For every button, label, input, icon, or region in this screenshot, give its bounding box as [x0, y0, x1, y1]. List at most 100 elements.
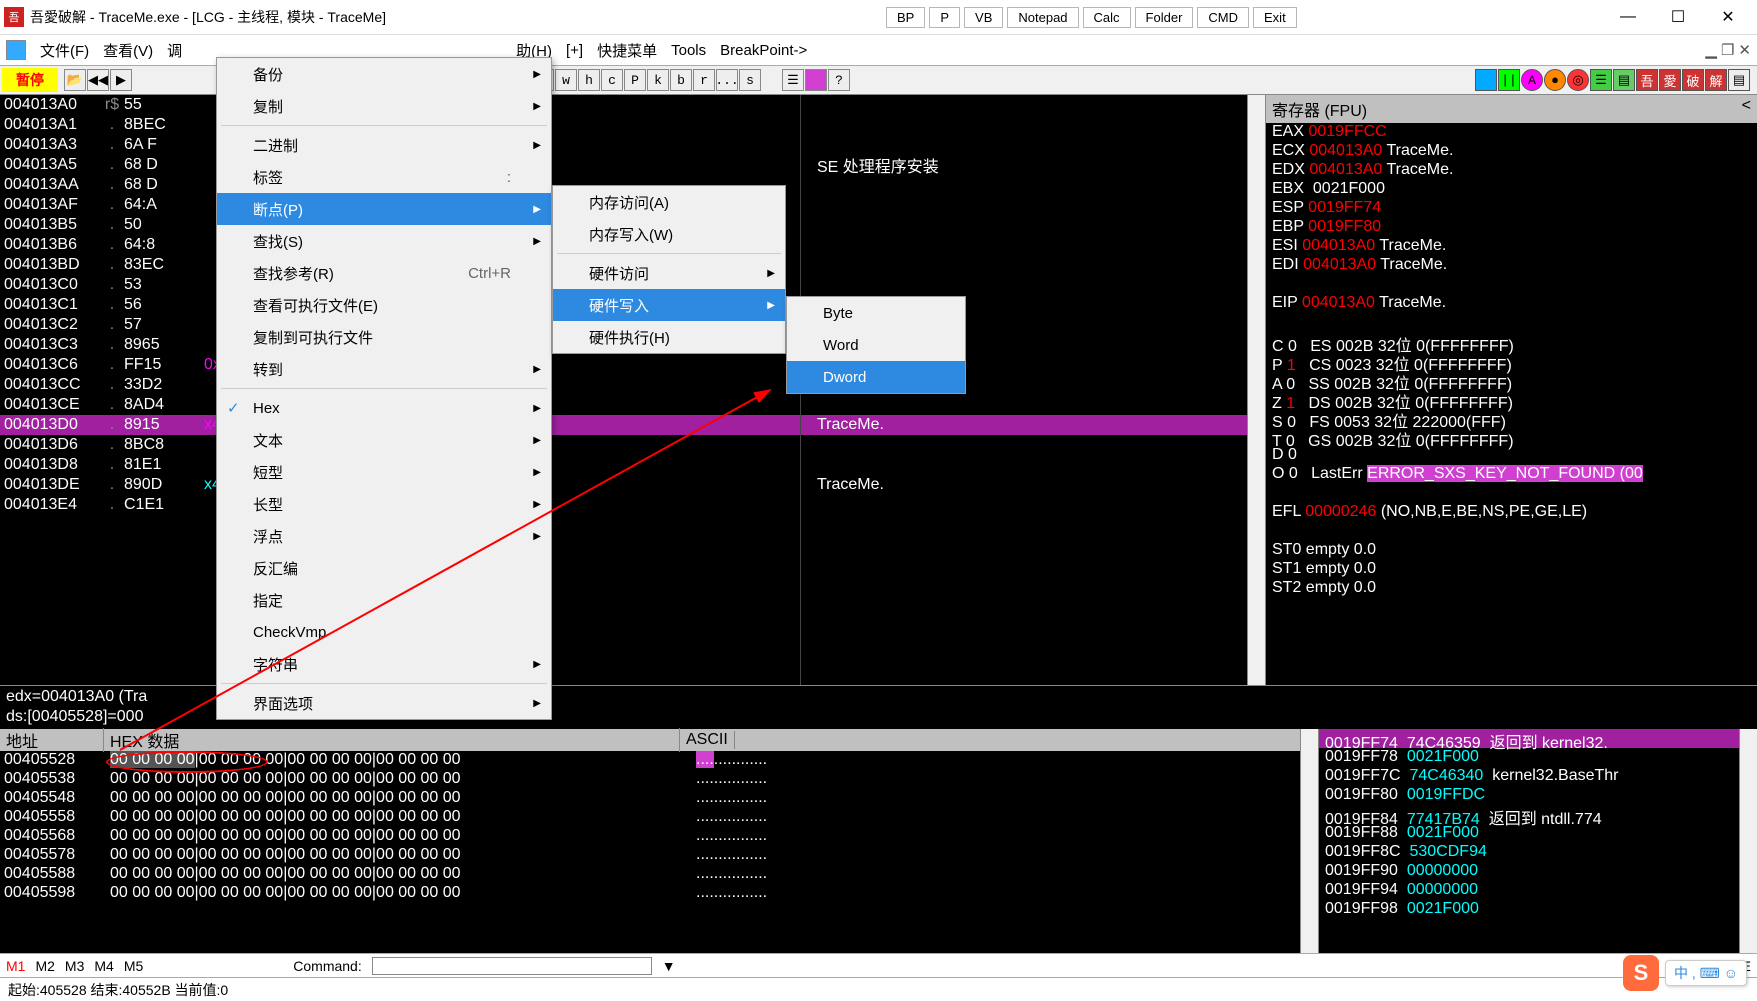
- dump-row[interactable]: 0040559800 00 00 00|00 00 00 00|00 00 00…: [0, 884, 1300, 903]
- p6-icon[interactable]: ☰: [1590, 69, 1612, 91]
- minimize-icon[interactable]: —: [1603, 2, 1653, 32]
- tool-c-button[interactable]: c: [601, 69, 623, 91]
- menu-item[interactable]: 备份▶: [217, 58, 551, 90]
- disassembly-panel[interactable]: 004013A0r$55004013A1.8BEC004013A3.6A F00…: [0, 95, 1247, 685]
- disasm-row[interactable]: 004013A0r$55: [0, 95, 1247, 115]
- menu-item[interactable]: 查看可执行文件(E): [217, 289, 551, 321]
- p12-icon[interactable]: ▤: [1728, 69, 1750, 91]
- dump-row[interactable]: 0040556800 00 00 00|00 00 00 00|00 00 00…: [0, 827, 1300, 846]
- ime-icon[interactable]: S: [1623, 955, 1659, 991]
- menu-item[interactable]: 界面选项▶: [217, 687, 551, 719]
- tool-h-button[interactable]: h: [578, 69, 600, 91]
- menu-item[interactable]: 字符串▶: [217, 648, 551, 680]
- menu-item[interactable]: 反汇编: [217, 552, 551, 584]
- exit-button[interactable]: Exit: [1253, 7, 1297, 28]
- tool-...-button[interactable]: ...: [716, 69, 738, 91]
- register-row[interactable]: ESI 004013A0 TraceMe.: [1266, 237, 1757, 256]
- list-icon[interactable]: ☰: [782, 69, 804, 91]
- p11-icon[interactable]: 解: [1705, 69, 1727, 91]
- dump-row[interactable]: 0040557800 00 00 00|00 00 00 00|00 00 00…: [0, 846, 1300, 865]
- tool-P-button[interactable]: P: [624, 69, 646, 91]
- menu-item[interactable]: 查找(S)▶: [217, 225, 551, 257]
- menu-item[interactable]: 指定: [217, 584, 551, 616]
- help-icon[interactable]: ?: [828, 69, 850, 91]
- disasm-row[interactable]: 004013A5.68 DSE 处理程序安装: [0, 155, 1247, 175]
- disasm-row[interactable]: 004013CE.8AD4: [0, 395, 1247, 415]
- menu-breakpoint[interactable]: BreakPoint->: [720, 42, 807, 59]
- menu-item[interactable]: 短型▶: [217, 456, 551, 488]
- cmd-button[interactable]: CMD: [1197, 7, 1249, 28]
- menu-item[interactable]: Byte: [787, 297, 965, 329]
- menu-item[interactable]: 硬件写入▶: [553, 289, 785, 321]
- register-row[interactable]: EBP 0019FF80: [1266, 218, 1757, 237]
- disasm-row[interactable]: 004013DE.890Dx405524],ecxTraceMe.: [0, 475, 1247, 495]
- scrollbar[interactable]: [1300, 729, 1318, 953]
- register-row[interactable]: EBX 0021F000: [1266, 180, 1757, 199]
- register-row[interactable]: EDX 004013A0 TraceMe.: [1266, 161, 1757, 180]
- menu-item[interactable]: CheckVmp: [217, 616, 551, 648]
- maximize-icon[interactable]: ☐: [1653, 2, 1703, 32]
- dump-row[interactable]: 0040552800 00 00 00|00 00 00 00|00 00 00…: [0, 751, 1300, 770]
- menu-item[interactable]: 转到▶: [217, 353, 551, 385]
- ime-text[interactable]: 中 , ⌨ ☺: [1665, 960, 1747, 986]
- dump-row[interactable]: 0040558800 00 00 00|00 00 00 00|00 00 00…: [0, 865, 1300, 884]
- menu-item[interactable]: 标签:: [217, 161, 551, 193]
- p2-icon[interactable]: ||: [1498, 69, 1520, 91]
- stack-row[interactable]: 0019FF90 00000000: [1319, 862, 1739, 881]
- menu-quick[interactable]: 快捷菜单: [597, 40, 657, 61]
- open-icon[interactable]: 📂: [64, 69, 86, 91]
- register-row[interactable]: [1266, 522, 1757, 541]
- menu-item[interactable]: 复制到可执行文件: [217, 321, 551, 353]
- disasm-row[interactable]: 004013D6.8BC8: [0, 435, 1247, 455]
- tool-w-button[interactable]: w: [555, 69, 577, 91]
- stack-row[interactable]: 0019FF98 0021F000: [1319, 900, 1739, 919]
- notepad-button[interactable]: Notepad: [1007, 7, 1078, 28]
- menu-item[interactable]: 断点(P)▶: [217, 193, 551, 225]
- disasm-row[interactable]: 004013E4.C1E1: [0, 495, 1247, 515]
- m4-button[interactable]: M4: [94, 958, 113, 974]
- p10-icon[interactable]: 破: [1682, 69, 1704, 91]
- mdi-min-icon[interactable]: ▁: [1705, 41, 1717, 59]
- menu-debug[interactable]: 调: [167, 40, 182, 61]
- register-row[interactable]: [1266, 313, 1757, 332]
- menu-file[interactable]: 文件(F): [40, 40, 89, 61]
- play-icon[interactable]: ▶: [110, 69, 132, 91]
- scrollbar[interactable]: [1739, 729, 1757, 953]
- register-row[interactable]: ST0 empty 0.0: [1266, 541, 1757, 560]
- tool-k-button[interactable]: k: [647, 69, 669, 91]
- mdi-restore-icon[interactable]: ❐: [1721, 41, 1734, 59]
- p9-icon[interactable]: 愛: [1659, 69, 1681, 91]
- p3-icon[interactable]: A: [1521, 69, 1543, 91]
- menu-tools[interactable]: Tools: [671, 42, 706, 59]
- menu-item[interactable]: Dword: [787, 361, 965, 393]
- m1-button[interactable]: M1: [6, 958, 25, 974]
- register-row[interactable]: EAX 0019FFCC: [1266, 123, 1757, 142]
- rewind-icon[interactable]: ◀◀: [87, 69, 109, 91]
- menu-item[interactable]: ✓Hex▶: [217, 392, 551, 424]
- m3-button[interactable]: M3: [65, 958, 84, 974]
- m2-button[interactable]: M2: [35, 958, 54, 974]
- stack-panel[interactable]: 0019FF74 74C46359 返回到 kernel32.0019FF78 …: [1318, 729, 1739, 953]
- folder-button[interactable]: Folder: [1135, 7, 1194, 28]
- disasm-row[interactable]: 004013C6.FF150x404044]kernel32.GetVersio…: [0, 355, 1247, 375]
- menu-item[interactable]: 浮点▶: [217, 520, 551, 552]
- register-row[interactable]: Z 1 DS 002B 32位 0(FFFFFFFF): [1266, 389, 1757, 408]
- disasm-row[interactable]: 004013A3.6A F: [0, 135, 1247, 155]
- p-button[interactable]: P: [929, 7, 960, 28]
- dump-row[interactable]: 0040553800 00 00 00|00 00 00 00|00 00 00…: [0, 770, 1300, 789]
- register-row[interactable]: T 0 GS 002B 32位 0(FFFFFFFF): [1266, 427, 1757, 446]
- p1-icon[interactable]: [1475, 69, 1497, 91]
- tool-b-button[interactable]: b: [670, 69, 692, 91]
- registers-panel[interactable]: 寄存器 (FPU)< EAX 0019FFCCECX 004013A0 Trac…: [1265, 95, 1757, 685]
- menu-item[interactable]: 长型▶: [217, 488, 551, 520]
- p8-icon[interactable]: 吾: [1636, 69, 1658, 91]
- stack-row[interactable]: 0019FF80 0019FFDC: [1319, 786, 1739, 805]
- menu-item[interactable]: 文本▶: [217, 424, 551, 456]
- menu-item[interactable]: 二进制▶: [217, 129, 551, 161]
- command-input[interactable]: [372, 957, 652, 975]
- mdi-close-icon[interactable]: ✕: [1738, 41, 1751, 59]
- register-row[interactable]: [1266, 484, 1757, 503]
- register-row[interactable]: A 0 SS 002B 32位 0(FFFFFFFF): [1266, 370, 1757, 389]
- register-row[interactable]: ST2 empty 0.0: [1266, 579, 1757, 598]
- disasm-row[interactable]: 004013A1.8BEC: [0, 115, 1247, 135]
